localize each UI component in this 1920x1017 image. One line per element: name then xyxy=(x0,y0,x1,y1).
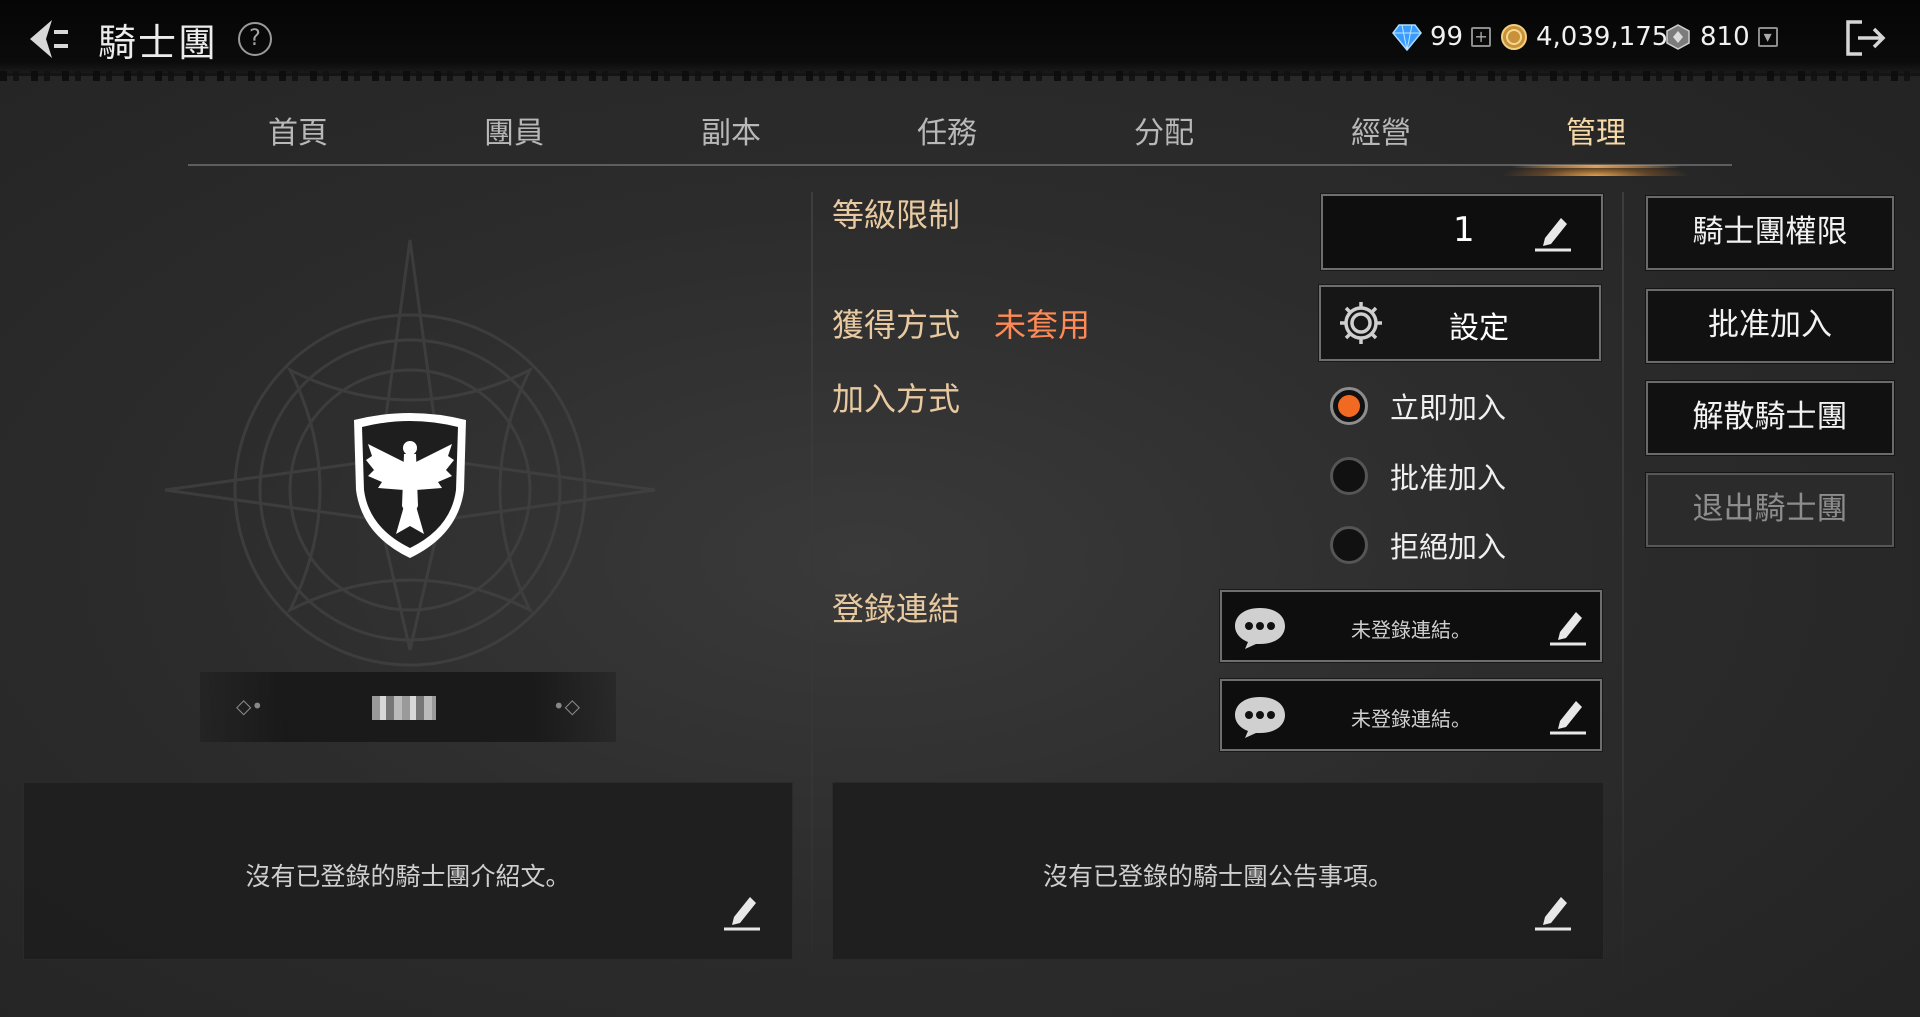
currency-dropdown-button[interactable]: ▾ xyxy=(1757,27,1778,47)
diamond-icon xyxy=(1392,24,1422,51)
guild-intro-text: 沒有已登錄的騎士團介紹文。 xyxy=(245,862,571,891)
diamond-count: 99 xyxy=(1430,22,1464,52)
setting-button[interactable]: 設定 xyxy=(1318,284,1602,362)
edit-intro-icon[interactable] xyxy=(722,891,762,931)
tab-management[interactable]: 管理 xyxy=(1501,108,1691,176)
guild-notice-box: 沒有已登錄的騎士團公告事項。 xyxy=(832,782,1604,960)
edit-link-1-icon[interactable] xyxy=(1548,606,1588,646)
eagle-shield-icon xyxy=(354,413,466,558)
level-limit-field[interactable]: 1 xyxy=(1320,193,1604,271)
guild-name-plate: ◇• •◇ xyxy=(200,672,616,742)
help-icon[interactable]: ? xyxy=(238,22,272,56)
guild-notice-text: 沒有已登錄的騎士團公告事項。 xyxy=(1042,862,1393,891)
divider-left xyxy=(811,192,813,982)
radio-instant[interactable] xyxy=(1330,387,1368,425)
radio-approve[interactable] xyxy=(1330,457,1368,495)
guild-emblem-area xyxy=(150,230,670,670)
join-option-approve[interactable]: 批准加入 xyxy=(1330,455,1506,497)
tab-quests[interactable]: 任務 xyxy=(852,108,1042,152)
guild-name-pixelated xyxy=(372,696,436,720)
join-option-instant[interactable]: 立即加入 xyxy=(1330,385,1506,427)
radio-reject[interactable] xyxy=(1330,526,1368,564)
token-count: 810 xyxy=(1700,22,1750,52)
exit-icon[interactable] xyxy=(1844,18,1888,58)
join-method-label: 加入方式 xyxy=(832,380,961,418)
add-diamond-button[interactable]: + xyxy=(1471,27,1492,47)
tab-operation[interactable]: 經營 xyxy=(1286,108,1476,152)
name-deco-right: •◇ xyxy=(552,694,580,718)
guild-permissions-button[interactable]: 騎士團權限 xyxy=(1645,195,1895,271)
silver-token-icon xyxy=(1666,24,1690,50)
acquire-method-label: 獲得方式 xyxy=(832,306,961,344)
acquire-status: 未套用 xyxy=(994,306,1091,344)
leave-guild-button[interactable]: 退出騎士團 xyxy=(1645,472,1895,548)
divider-right xyxy=(1622,192,1624,982)
link-field-2[interactable]: 未登錄連結。 xyxy=(1219,678,1603,752)
level-limit-value: 1 xyxy=(1453,210,1475,250)
link-field-1[interactable]: 未登錄連結。 xyxy=(1219,589,1603,663)
approve-join-button[interactable]: 批准加入 xyxy=(1645,288,1895,364)
back-arrow-icon[interactable] xyxy=(24,14,74,64)
page-title: 騎士團 xyxy=(98,21,219,65)
join-option-reject[interactable]: 拒絕加入 xyxy=(1330,524,1506,566)
join-option-label: 拒絕加入 xyxy=(1390,530,1507,564)
level-limit-label: 等級限制 xyxy=(832,196,961,234)
tab-bar: 首頁 團員 副本 任務 分配 經營 管理 xyxy=(188,104,1732,176)
edit-link-2-icon[interactable] xyxy=(1548,695,1588,735)
link-1-text: 未登錄連結。 xyxy=(1351,618,1471,642)
edit-notice-icon[interactable] xyxy=(1533,891,1573,931)
guild-intro-box: 沒有已登錄的騎士團介紹文。 xyxy=(23,782,793,960)
tab-distribute[interactable]: 分配 xyxy=(1069,108,1259,152)
gold-currency: 4,039,175 xyxy=(1500,22,1668,52)
diamond-currency: 99 + xyxy=(1392,22,1492,52)
gold-coin-icon xyxy=(1501,24,1527,50)
top-bar: 騎士團 ? 99 + 4,039,175 810 ▾ xyxy=(0,0,1920,81)
gear-icon xyxy=(1340,302,1382,344)
edit-level-icon[interactable] xyxy=(1533,212,1573,252)
join-option-label: 批准加入 xyxy=(1390,461,1507,495)
name-deco-left: ◇• xyxy=(236,694,264,718)
tab-home[interactable]: 首頁 xyxy=(203,108,393,152)
link-2-text: 未登錄連結。 xyxy=(1351,707,1471,731)
tab-dungeon[interactable]: 副本 xyxy=(636,108,826,152)
gold-count: 4,039,175 xyxy=(1536,22,1669,52)
disband-guild-button[interactable]: 解散騎士團 xyxy=(1645,380,1895,456)
join-option-label: 立即加入 xyxy=(1390,391,1507,425)
tab-members[interactable]: 團員 xyxy=(419,108,609,152)
token-currency: 810 ▾ xyxy=(1664,22,1778,52)
setting-button-label: 設定 xyxy=(1449,311,1509,346)
register-link-label: 登錄連結 xyxy=(832,590,961,628)
